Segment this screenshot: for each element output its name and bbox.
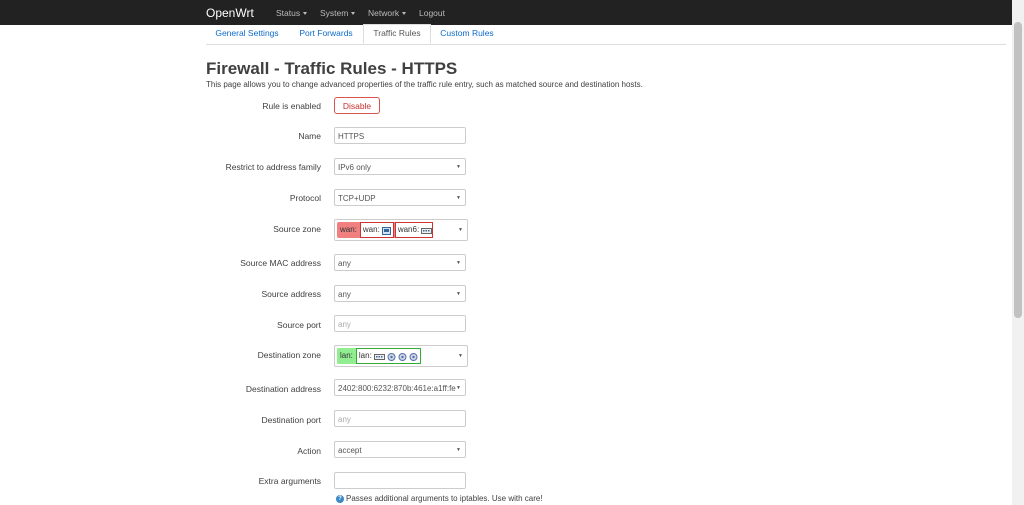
action-value: accept: [338, 446, 362, 455]
name-input[interactable]: HTTPS: [334, 127, 466, 144]
menu-logout[interactable]: Logout: [419, 8, 445, 18]
top-navbar: OpenWrt Status System Network Logout: [0, 0, 1012, 25]
rule-enabled-label: Rule is enabled: [262, 101, 321, 111]
name-label: Name: [298, 131, 321, 141]
protocol-value: TCP+UDP: [338, 194, 376, 203]
network-chip-wan: wan:: [359, 222, 394, 238]
tab-bar: General Settings Port Forwards Traffic R…: [206, 24, 1006, 45]
ethernet-port-icon: [381, 226, 391, 235]
chevron-down-icon: [351, 12, 356, 16]
action-select[interactable]: accept: [334, 441, 466, 459]
source-mac-select[interactable]: any: [334, 254, 466, 272]
extra-args-input[interactable]: [334, 472, 466, 489]
source-zone-select[interactable]: wan: wan: wan6: ▼: [334, 219, 468, 241]
tab-custom-rules[interactable]: Custom Rules: [430, 25, 504, 43]
dest-zone-select[interactable]: lan: lan: ▼: [334, 345, 468, 367]
brand-logo[interactable]: OpenWrt: [206, 6, 254, 20]
page-title: Firewall - Traffic Rules - HTTPS: [206, 59, 458, 78]
menu-system-label: System: [320, 8, 349, 18]
chevron-down-icon: ▼: [458, 353, 463, 359]
wifi-icon: [387, 352, 396, 361]
tab-general-settings[interactable]: General Settings: [206, 25, 288, 43]
dest-port-label: Destination port: [261, 415, 321, 425]
network-wan-label: wan:: [362, 225, 380, 234]
chevron-down-icon: ▼: [458, 227, 463, 233]
switch-port-icon: [421, 226, 433, 234]
source-port-label: Source port: [277, 320, 321, 330]
dest-zone-name: lan:: [340, 351, 353, 360]
help-icon: ?: [336, 494, 344, 503]
disable-button[interactable]: Disable: [334, 97, 380, 114]
page-description: This page allows you to change advanced …: [206, 80, 643, 89]
family-label: Restrict to address family: [225, 162, 321, 172]
wifi-icon: [409, 352, 418, 361]
source-address-label: Source address: [261, 289, 321, 299]
source-address-select[interactable]: any: [334, 285, 466, 303]
tab-port-forwards[interactable]: Port Forwards: [290, 25, 362, 43]
source-port-placeholder: any: [338, 320, 351, 329]
dest-port-input[interactable]: any: [334, 410, 466, 427]
page-scrollbar[interactable]: [1012, 0, 1024, 505]
family-select[interactable]: IPv6 only: [334, 158, 466, 176]
dest-zone-badge: lan: lan:: [337, 348, 421, 364]
action-label: Action: [297, 446, 321, 456]
menu-status-label: Status: [276, 8, 301, 18]
chevron-down-icon: [303, 12, 308, 16]
family-value: IPv6 only: [338, 163, 371, 172]
network-chip-wan6: wan6:: [394, 222, 434, 238]
dest-address-label: Destination address: [245, 384, 321, 394]
network-chip-lan: lan:: [355, 348, 421, 364]
protocol-label: Protocol: [289, 193, 321, 203]
dest-port-placeholder: any: [338, 415, 351, 424]
dest-address-select[interactable]: 2402:800:6232:870b:461e:a1ff:fe: [334, 379, 466, 396]
menu-status[interactable]: Status: [276, 8, 308, 18]
scrollbar-thumb[interactable]: [1014, 22, 1022, 318]
source-zone-name: wan:: [340, 225, 357, 234]
dest-address-value: 2402:800:6232:870b:461e:a1ff:fe: [338, 384, 456, 393]
wifi-icon: [398, 352, 407, 361]
menu-system[interactable]: System: [320, 8, 356, 18]
source-mac-value: any: [338, 259, 351, 268]
menu-network-label: Network: [368, 8, 400, 18]
menu-network[interactable]: Network: [368, 8, 407, 18]
extra-args-help: ? Passes additional arguments to iptables…: [336, 494, 543, 503]
switch-port-icon: [373, 352, 385, 360]
source-zone-label: Source zone: [273, 224, 321, 234]
network-lan-label: lan:: [358, 351, 372, 360]
source-address-value: any: [338, 290, 351, 299]
tab-traffic-rules[interactable]: Traffic Rules: [363, 24, 431, 44]
source-mac-label: Source MAC address: [240, 258, 321, 268]
extra-args-label: Extra arguments: [258, 476, 321, 486]
network-wan6-label: wan6:: [397, 225, 420, 234]
extra-args-help-text: Passes additional arguments to iptables.…: [346, 494, 543, 503]
chevron-down-icon: [402, 12, 407, 16]
menu-logout-label: Logout: [419, 8, 445, 18]
source-zone-badge: wan: wan: wan6:: [337, 222, 434, 238]
dest-zone-label: Destination zone: [257, 350, 321, 360]
protocol-select[interactable]: TCP+UDP: [334, 189, 466, 207]
source-port-input[interactable]: any: [334, 315, 466, 332]
